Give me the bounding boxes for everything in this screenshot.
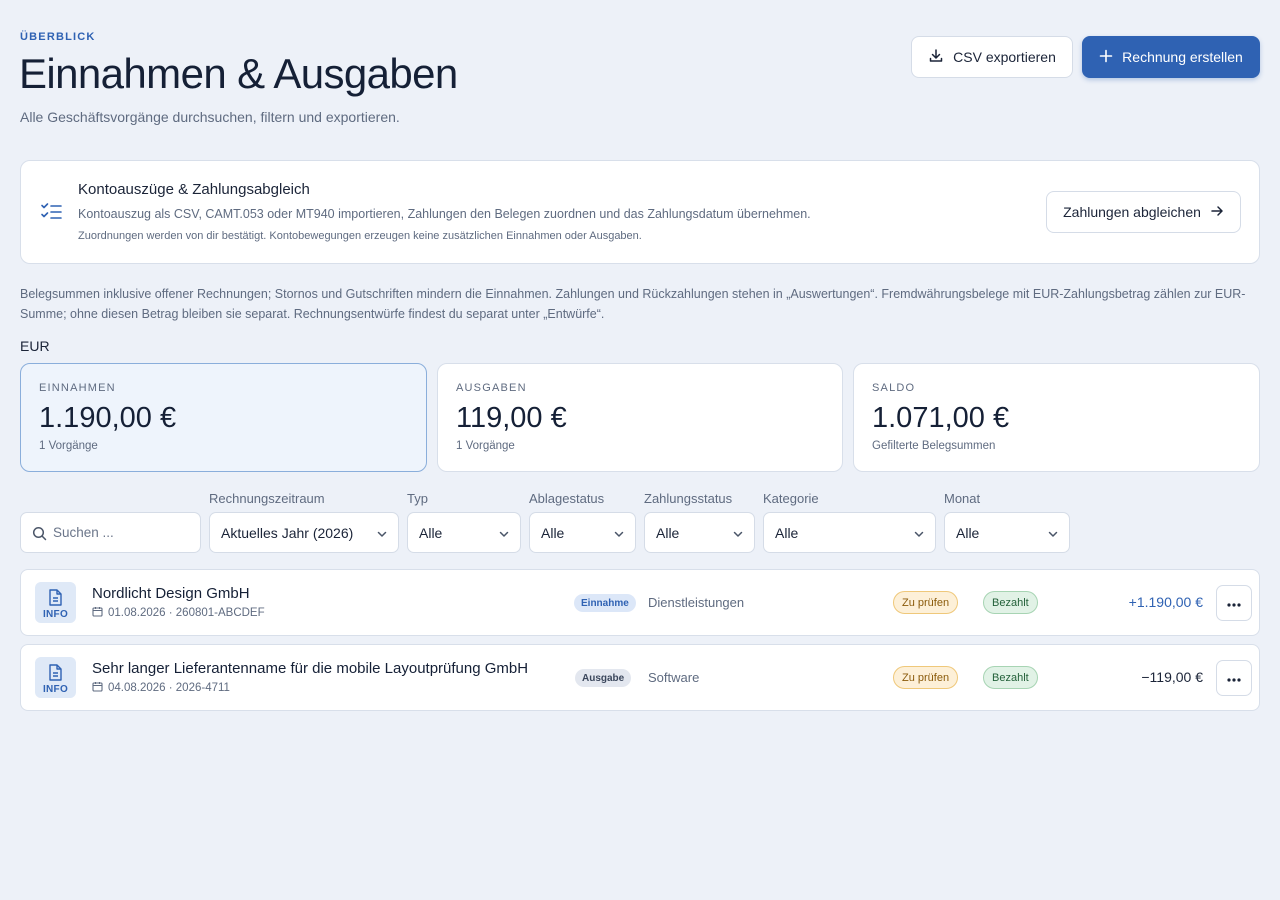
period-select[interactable]: Aktuelles Jahr (2026)	[209, 512, 399, 553]
row-category: Dienstleistungen	[648, 595, 745, 610]
create-invoice-label: Rechnung erstellen	[1122, 49, 1243, 65]
row-more-button[interactable]	[1216, 585, 1252, 621]
calendar-icon	[92, 681, 103, 695]
category-select-value: Alle	[775, 524, 799, 541]
chevron-down-icon	[732, 527, 744, 539]
filing-select-value: Alle	[541, 524, 565, 541]
row-meta-text: 04.08.2026 · 2026-4711	[108, 682, 230, 694]
row-meta: 04.08.2026 · 2026-4711	[92, 681, 230, 695]
sum-info-text: Belegsummen inklusive offener Rechnungen…	[20, 287, 1246, 321]
create-invoice-button[interactable]: Rechnung erstellen	[1082, 36, 1260, 78]
page-eyebrow: ÜBERBLICK	[20, 31, 96, 43]
banner-description: Kontoauszug als CSV, CAMT.053 oder MT940…	[78, 207, 811, 221]
checklist-icon	[40, 202, 64, 222]
balance-card-value: 1.071,00 €	[872, 402, 1010, 434]
banner-title: Kontoauszüge & Zahlungsabgleich	[78, 181, 310, 198]
month-filter-label: Monat	[944, 491, 981, 506]
period-filter-label: Rechnungszeitraum	[209, 491, 325, 506]
transaction-row[interactable]: INFO Sehr langer Lieferantenname für die…	[20, 644, 1260, 711]
type-badge: Ausgabe	[575, 669, 632, 687]
match-payments-label: Zahlungen abgleichen	[1063, 204, 1201, 220]
expense-card-value: 119,00 €	[456, 402, 567, 434]
balance-card-sub: Gefilterte Belegsummen	[872, 440, 996, 452]
balance-card[interactable]: SALDO 1.071,00 € Gefilterte Belegsummen	[853, 363, 1260, 472]
expense-card[interactable]: AUSGABEN 119,00 € 1 Vorgänge	[437, 363, 843, 472]
csv-export-label: CSV exportieren	[953, 49, 1056, 65]
csv-export-button[interactable]: CSV exportieren	[911, 36, 1073, 78]
calendar-icon	[92, 606, 103, 620]
month-select[interactable]: Alle	[944, 512, 1070, 553]
payment-select[interactable]: Alle	[644, 512, 755, 553]
row-category: Software	[648, 670, 700, 685]
transaction-row[interactable]: INFO Nordlicht Design GmbH 01.08.2026 · …	[20, 569, 1260, 636]
chevron-down-icon	[376, 527, 388, 539]
row-amount: +1.190,00 €	[1128, 594, 1203, 610]
document-icon: INFO	[35, 582, 76, 623]
expense-card-label: AUSGABEN	[456, 382, 527, 394]
type-badge: Einnahme	[574, 594, 636, 612]
type-select[interactable]: Alle	[407, 512, 521, 553]
row-name: Sehr langer Lieferantenname für die mobi…	[92, 660, 529, 677]
chevron-down-icon	[913, 527, 925, 539]
category-filter-label: Kategorie	[763, 491, 819, 506]
bank-reconciliation-banner: Kontoauszüge & Zahlungsabgleich Kontoaus…	[20, 160, 1260, 264]
payment-select-value: Alle	[656, 524, 680, 541]
chevron-down-icon	[498, 527, 510, 539]
filing-select[interactable]: Alle	[529, 512, 636, 553]
payment-status-badge: Bezahlt	[983, 666, 1038, 689]
match-payments-button[interactable]: Zahlungen abgleichen	[1046, 191, 1241, 233]
month-select-value: Alle	[956, 524, 980, 541]
document-info-label: INFO	[42, 684, 69, 695]
type-select-value: Alle	[419, 524, 443, 541]
more-horizontal-icon	[1227, 594, 1241, 612]
row-amount: −119,00 €	[1141, 669, 1203, 685]
chevron-down-icon	[1047, 527, 1059, 539]
document-info-label: INFO	[42, 609, 69, 620]
review-status-badge: Zu prüfen	[893, 591, 959, 614]
period-select-value: Aktuelles Jahr (2026)	[221, 524, 354, 541]
expense-card-sub: 1 Vorgänge	[456, 440, 515, 452]
document-icon: INFO	[35, 657, 76, 698]
income-card-value: 1.190,00 €	[39, 402, 177, 434]
row-name: Nordlicht Design GmbH	[92, 585, 250, 602]
category-select[interactable]: Alle	[763, 512, 936, 553]
income-card[interactable]: EINNAHMEN 1.190,00 € 1 Vorgänge	[20, 363, 427, 472]
more-horizontal-icon	[1227, 669, 1241, 687]
income-card-label: EINNAHMEN	[39, 382, 116, 394]
search-icon	[32, 526, 47, 541]
plus-icon	[1099, 49, 1113, 66]
banner-note: Zuordnungen werden von dir bestätigt. Ko…	[78, 230, 642, 242]
search-field[interactable]	[20, 512, 201, 553]
filing-filter-label: Ablagestatus	[529, 491, 605, 506]
currency-label: EUR	[20, 338, 50, 354]
arrow-right-icon	[1210, 204, 1224, 221]
type-filter-label: Typ	[407, 491, 428, 506]
row-more-button[interactable]	[1216, 660, 1252, 696]
page-title: Einnahmen & Ausgaben	[19, 50, 458, 97]
balance-card-label: SALDO	[872, 382, 916, 394]
page-subtitle: Alle Geschäftsvorgänge durchsuchen, filt…	[20, 109, 400, 125]
chevron-down-icon	[613, 527, 625, 539]
download-icon	[928, 48, 944, 67]
payment-status-badge: Bezahlt	[983, 591, 1038, 614]
row-meta: 01.08.2026 · 260801-ABCDEF	[92, 606, 265, 620]
payment-filter-label: Zahlungsstatus	[644, 491, 733, 506]
income-card-sub: 1 Vorgänge	[39, 440, 98, 452]
search-input[interactable]	[53, 513, 193, 552]
row-meta-text: 01.08.2026 · 260801-ABCDEF	[108, 607, 265, 619]
review-status-badge: Zu prüfen	[893, 666, 959, 689]
